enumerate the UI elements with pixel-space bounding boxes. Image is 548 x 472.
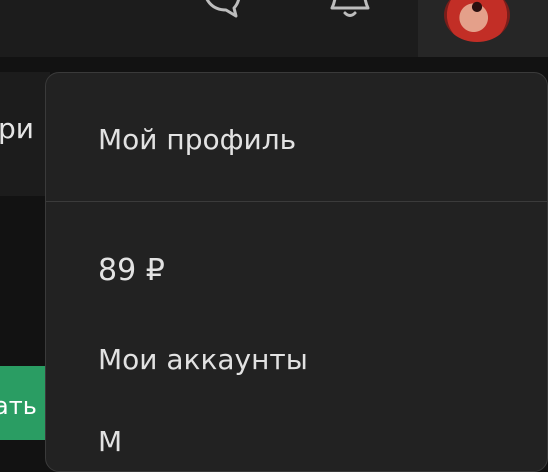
chat-bubble-icon — [196, 0, 244, 24]
notifications-button[interactable] — [326, 0, 374, 22]
menu-item-balance[interactable]: 89 ₽ — [98, 253, 165, 288]
menu-item-my-profile[interactable]: Мой профиль — [98, 123, 296, 156]
green-button-label: ать — [0, 392, 37, 420]
top-bar — [0, 0, 548, 57]
chat-button[interactable] — [196, 0, 244, 22]
menu-item-my-accounts[interactable]: Мои аккаунты — [98, 343, 308, 376]
menu-divider — [46, 201, 547, 202]
profile-dropdown-menu: Мой профиль 89 ₽ Мои аккаунты М — [45, 72, 548, 472]
background-panel: ри — [0, 72, 50, 196]
background-panel-text: ри — [0, 112, 34, 145]
bell-icon — [326, 0, 374, 24]
background-green-button[interactable]: ать — [0, 366, 46, 440]
menu-item-partial[interactable]: М — [98, 425, 122, 458]
